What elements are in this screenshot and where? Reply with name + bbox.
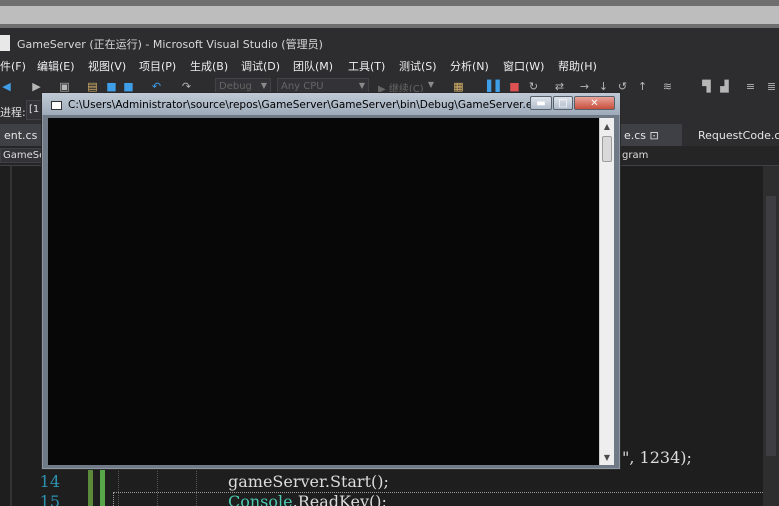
- console-scrollbar[interactable]: ▲ ▼: [599, 118, 614, 465]
- menu-build[interactable]: 生成(B): [190, 58, 228, 74]
- code-line-13-tail: ", 1234);: [622, 448, 692, 467]
- menu-help[interactable]: 帮助(H): [558, 58, 597, 74]
- menu-view[interactable]: 视图(V): [88, 58, 126, 74]
- console-output[interactable]: [48, 118, 599, 465]
- code-readkey: .ReadKey();: [292, 492, 387, 506]
- menu-file[interactable]: 件(F): [0, 58, 26, 74]
- process-label: 进程:: [0, 106, 26, 119]
- window-title: GameServer (正在运行) - Microsoft Visual Stu…: [17, 38, 323, 51]
- vs-logo-icon: [0, 35, 10, 51]
- menu-team[interactable]: 团队(M): [293, 58, 333, 74]
- scroll-down-icon[interactable]: ▼: [600, 450, 614, 464]
- minimize-button[interactable]: ▬: [530, 96, 552, 110]
- bookmark-icon[interactable]: ▜: [700, 80, 713, 93]
- tab-requestcode-cs[interactable]: RequestCode.cs ⊡: [694, 124, 779, 146]
- step-out-icon[interactable]: ↑: [636, 80, 649, 93]
- editor-scrollbar[interactable]: [763, 166, 779, 506]
- console-title: C:\Users\Administrator\source\repos\Game…: [68, 99, 545, 111]
- scroll-up-icon[interactable]: ▲: [600, 119, 614, 133]
- tab-client-cs[interactable]: ent.cs ⊡: [0, 124, 46, 146]
- code-line-14: gameServer.Start();: [228, 472, 389, 491]
- tab-middle-cs[interactable]: e.cs ⊡: [620, 124, 682, 146]
- menu-window[interactable]: 窗口(W): [503, 58, 544, 74]
- comment-icon[interactable]: ▟: [718, 80, 731, 93]
- menu-debug[interactable]: 调试(D): [241, 58, 280, 74]
- menu-project[interactable]: 项目(P): [139, 58, 176, 74]
- menu-analyze[interactable]: 分析(N): [450, 58, 489, 74]
- screen: GameServer (正在运行) - Microsoft Visual Stu…: [0, 0, 779, 506]
- menu-edit[interactable]: 编辑(E): [37, 58, 75, 74]
- close-button[interactable]: ✕: [574, 96, 615, 110]
- console-window[interactable]: C:\Users\Administrator\source\repos\Game…: [41, 92, 621, 470]
- indent-icon[interactable]: ≡: [744, 80, 757, 93]
- console-app-icon: [51, 101, 62, 110]
- line-number-15: 15: [39, 492, 60, 506]
- change-marker: [88, 465, 93, 506]
- change-marker-saved: [100, 465, 105, 506]
- console-scroll-thumb[interactable]: [602, 136, 612, 162]
- console-titlebar[interactable]: C:\Users\Administrator\source\repos\Game…: [42, 93, 620, 115]
- desktop-strip: [0, 0, 779, 28]
- current-line-highlight: [113, 492, 779, 506]
- code-type-console: Console: [228, 492, 293, 506]
- line-number-14: 14: [39, 472, 60, 491]
- code-line-15: Console.ReadKey();: [228, 492, 387, 506]
- menu-test[interactable]: 测试(S): [399, 58, 437, 74]
- outdent-icon[interactable]: ≣: [765, 80, 778, 93]
- member-dropdown[interactable]: gram: [622, 150, 648, 161]
- maximize-button[interactable]: □: [553, 96, 573, 110]
- indicator-margin: [10, 166, 12, 506]
- menu-tools[interactable]: 工具(T): [348, 58, 385, 74]
- back-icon[interactable]: ◀: [0, 80, 13, 93]
- thread-icon[interactable]: ≋: [661, 80, 674, 93]
- editor-scroll-thumb[interactable]: [766, 196, 776, 456]
